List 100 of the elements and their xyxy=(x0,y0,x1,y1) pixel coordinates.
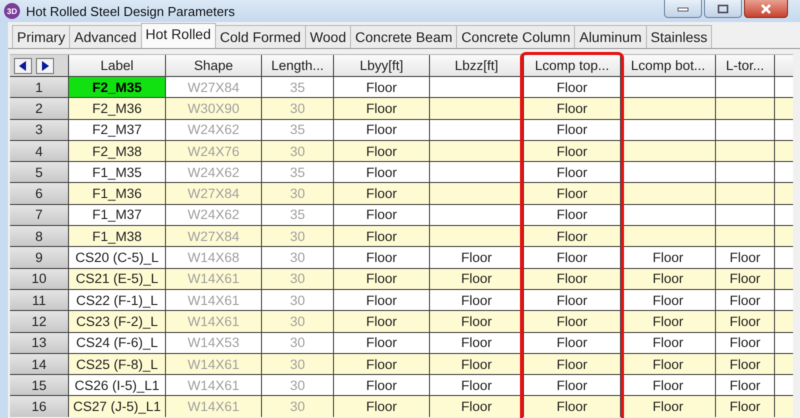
tab[interactable]: Advanced xyxy=(69,25,142,48)
table-cell: W24X76 xyxy=(166,140,261,162)
table-cell: 30 xyxy=(262,268,333,289)
table-cell: Floor xyxy=(524,311,620,332)
tab[interactable]: Wood xyxy=(304,25,352,48)
column-header[interactable]: Lbzz[ft] xyxy=(430,55,523,76)
table-cell: Floor xyxy=(334,162,429,182)
table-cell: W14X61 xyxy=(166,354,261,374)
row-number[interactable]: 11 xyxy=(10,290,68,310)
tab[interactable]: Aluminum xyxy=(574,25,647,48)
maximize-icon xyxy=(717,4,729,14)
table-cell: CS23 (F-2)_L xyxy=(69,311,165,332)
table-cell: Floor xyxy=(524,375,620,396)
table-cell xyxy=(775,140,793,162)
row-number[interactable]: 16 xyxy=(10,396,68,417)
column-header[interactable]: Lcomp bot... xyxy=(621,55,715,76)
table-cell: CS21 (E-5)_L xyxy=(69,268,165,289)
table-cell: Floor xyxy=(334,204,429,226)
table-cell: Floor xyxy=(430,396,523,417)
table-cell xyxy=(775,354,793,374)
table-cell xyxy=(775,77,793,98)
table-cell xyxy=(775,98,793,119)
row-number[interactable]: 14 xyxy=(10,354,68,374)
table-cell xyxy=(775,226,793,246)
table-cell: W14X61 xyxy=(166,290,261,310)
maximize-button[interactable] xyxy=(704,0,742,18)
table-cell xyxy=(716,140,774,162)
tab[interactable]: Stainless xyxy=(646,25,712,48)
table-cell xyxy=(775,268,793,289)
table-cell: 30 xyxy=(262,354,333,374)
table-cell: 30 xyxy=(262,140,333,162)
table-cell: 30 xyxy=(262,332,333,353)
table-cell: Floor xyxy=(716,396,774,417)
tab[interactable]: Primary xyxy=(12,25,70,48)
table-cell: 30 xyxy=(262,396,333,417)
row-number[interactable]: 7 xyxy=(10,204,68,226)
table-cell: 30 xyxy=(262,311,333,332)
table-cell: Floor xyxy=(430,247,523,268)
table-cell xyxy=(775,120,793,140)
table-cell: Floor xyxy=(430,332,523,353)
row-number[interactable]: 8 xyxy=(10,226,68,246)
column-header[interactable]: L-tor... xyxy=(716,55,774,76)
row-number[interactable]: 13 xyxy=(10,332,68,353)
table-cell: Floor xyxy=(524,140,620,162)
row-number[interactable]: 15 xyxy=(10,375,68,396)
table-cell xyxy=(775,332,793,353)
table-cell: W30X90 xyxy=(166,98,261,119)
table-cell: Floor xyxy=(524,268,620,289)
table-cell xyxy=(775,204,793,226)
table-cell: F1_M37 xyxy=(69,204,165,226)
tab[interactable]: Hot Rolled xyxy=(140,23,216,48)
table-cell: Floor xyxy=(334,354,429,374)
table-cell: Floor xyxy=(334,98,429,119)
row-number[interactable]: 2 xyxy=(10,98,68,119)
table-cell: CS26 (I-5)_L1 xyxy=(69,375,165,396)
row-number[interactable]: 4 xyxy=(10,140,68,162)
close-icon xyxy=(760,4,772,14)
column-header[interactable]: Lcomp top... xyxy=(524,55,620,76)
table-cell: Floor xyxy=(524,162,620,182)
table-cell xyxy=(775,396,793,417)
row-number[interactable]: 6 xyxy=(10,183,68,204)
table-cell: F1_M38 xyxy=(69,226,165,246)
table-cell xyxy=(775,311,793,332)
next-button[interactable] xyxy=(36,58,54,74)
table-cell: Floor xyxy=(524,204,620,226)
tab[interactable]: Concrete Column xyxy=(456,25,576,48)
table-cell xyxy=(716,183,774,204)
table-cell: 30 xyxy=(262,247,333,268)
row-number[interactable]: 3 xyxy=(10,120,68,140)
table-cell: Floor xyxy=(621,290,715,310)
table-cell: Floor xyxy=(621,268,715,289)
column-header[interactable]: Label xyxy=(69,55,165,76)
table-cell: 30 xyxy=(262,226,333,246)
close-button[interactable] xyxy=(744,0,788,18)
table-cell: W27X84 xyxy=(166,183,261,204)
tab[interactable]: Concrete Beam xyxy=(350,25,458,48)
table-cell: Floor xyxy=(334,290,429,310)
previous-button[interactable] xyxy=(14,58,32,74)
table-cell: F1_M35 xyxy=(69,162,165,182)
table-cell xyxy=(716,162,774,182)
row-number[interactable]: 12 xyxy=(10,311,68,332)
table-cell: Floor xyxy=(621,375,715,396)
row-number[interactable]: 5 xyxy=(10,162,68,182)
table-cell: Floor xyxy=(524,98,620,119)
table-cell: Floor xyxy=(621,311,715,332)
table-cell: Floor xyxy=(334,77,429,98)
table-cell: Floor xyxy=(430,290,523,310)
table-cell: Floor xyxy=(524,354,620,374)
tab[interactable]: Cold Formed xyxy=(214,25,306,48)
column-header[interactable]: Lbyy[ft] xyxy=(334,55,429,76)
app-icon: 3D xyxy=(4,3,20,19)
table-cell: W14X61 xyxy=(166,375,261,396)
row-number[interactable]: 9 xyxy=(10,247,68,268)
table-cell xyxy=(775,290,793,310)
minimize-button[interactable] xyxy=(664,0,702,18)
table-cell: W24X62 xyxy=(166,204,261,226)
table-cell: Floor xyxy=(716,354,774,374)
row-number[interactable]: 10 xyxy=(10,268,68,289)
row-number[interactable]: 1 xyxy=(10,77,68,98)
table-cell xyxy=(716,120,774,140)
